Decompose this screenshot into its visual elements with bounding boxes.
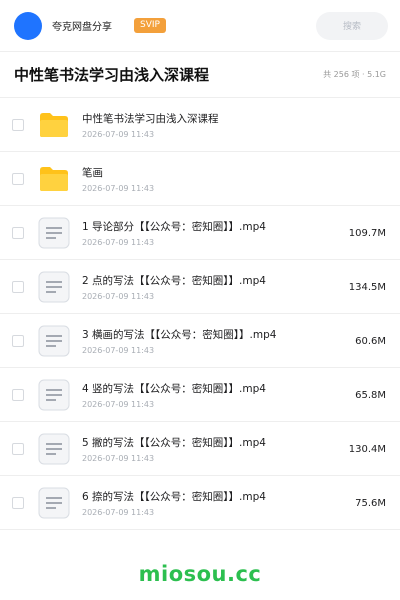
file-info: 4 竖的写法【【公众号：密知圈】】.mp4 2026-07-09 11:43: [82, 381, 347, 409]
sharer-name: 夸克网盘分享: [52, 22, 112, 33]
file-size: 134.5M: [348, 282, 386, 293]
video-file-icon: [38, 487, 70, 519]
top-bar: 夸克网盘分享 SVIP 搜索: [0, 0, 400, 52]
folder-summary: 共 256 项 · 5.1G: [323, 70, 386, 79]
file-name: 4 竖的写法【【公众号：密知圈】】.mp4: [82, 382, 266, 395]
file-list: 中性笔书法学习由浅入深课程 2026-07-09 11:43 笔画 2026-07-0…: [0, 98, 400, 530]
file-date: 2026-07-09 11:43: [82, 399, 155, 409]
file-name: 中性笔书法学习由浅入深课程: [82, 112, 219, 125]
row-checkbox[interactable]: [12, 226, 24, 239]
video-file-icon: [38, 379, 70, 411]
file-date: 2026-07-09 11:43: [82, 291, 155, 301]
file-name: 笔画: [82, 166, 103, 179]
file-size: 65.8M: [355, 390, 386, 401]
file-name: 3 横画的写法【【公众号：密知圈】】.mp4: [82, 328, 277, 341]
file-name: 2 点的写法【【公众号：密知圈】】.mp4: [82, 274, 266, 287]
folder-icon: [38, 163, 70, 195]
video-file-icon: [38, 217, 70, 249]
page-title: 中性笔书法学习由浅入深课程: [14, 66, 210, 84]
file-date: 2026-07-09 11:43: [82, 237, 155, 247]
file-info: 笔画 2026-07-09 11:43: [82, 165, 378, 193]
file-date: 2026-07-09 11:43: [82, 453, 155, 463]
file-name: 6 捺的写法【【公众号：密知圈】】.mp4: [82, 490, 266, 503]
svip-badge: SVIP: [134, 18, 166, 33]
file-info: 6 捺的写法【【公众号：密知圈】】.mp4 2026-07-09 11:43: [82, 489, 347, 517]
row-checkbox[interactable]: [12, 496, 24, 509]
file-row[interactable]: 1 导论部分【【公众号：密知圈】】.mp4 2026-07-09 11:43 109…: [0, 206, 400, 260]
folder-header: 中性笔书法学习由浅入深课程 共 256 项 · 5.1G: [0, 52, 400, 98]
file-row[interactable]: 笔画 2026-07-09 11:43: [0, 152, 400, 206]
row-checkbox[interactable]: [12, 118, 24, 131]
search-placeholder: 搜索: [342, 22, 361, 32]
file-row[interactable]: 5 撇的写法【【公众号：密知圈】】.mp4 2026-07-09 11:43 130…: [0, 422, 400, 476]
file-date: 2026-07-09 11:43: [82, 507, 155, 517]
row-checkbox[interactable]: [12, 334, 24, 347]
file-name: 1 导论部分【【公众号：密知圈】】.mp4: [82, 220, 266, 233]
file-size: 60.6M: [355, 336, 386, 347]
file-info: 2 点的写法【【公众号：密知圈】】.mp4 2026-07-09 11:43: [82, 273, 341, 301]
video-file-icon: [38, 271, 70, 303]
row-checkbox[interactable]: [12, 172, 24, 185]
file-info: 1 导论部分【【公众号：密知圈】】.mp4 2026-07-09 11:43: [82, 219, 341, 247]
video-file-icon: [38, 433, 70, 465]
file-date: 2026-07-09 11:43: [82, 345, 155, 355]
row-checkbox[interactable]: [12, 280, 24, 293]
search-input[interactable]: 搜索: [316, 11, 388, 40]
file-date: 2026-07-09 11:43: [82, 129, 155, 139]
file-row[interactable]: 6 捺的写法【【公众号：密知圈】】.mp4 2026-07-09 11:43 75.…: [0, 476, 400, 530]
file-size: 130.4M: [348, 444, 386, 455]
file-size: 75.6M: [355, 498, 386, 509]
row-checkbox[interactable]: [12, 442, 24, 455]
file-size: 109.7M: [348, 228, 386, 239]
watermark: miosou.cc: [138, 562, 262, 586]
file-info: 中性笔书法学习由浅入深课程 2026-07-09 11:43: [82, 111, 378, 139]
avatar[interactable]: [14, 11, 42, 40]
file-info: 5 撇的写法【【公众号：密知圈】】.mp4 2026-07-09 11:43: [82, 435, 341, 463]
file-date: 2026-07-09 11:43: [82, 183, 155, 193]
file-row[interactable]: 2 点的写法【【公众号：密知圈】】.mp4 2026-07-09 11:43 134…: [0, 260, 400, 314]
row-checkbox[interactable]: [12, 388, 24, 401]
file-row[interactable]: 3 横画的写法【【公众号：密知圈】】.mp4 2026-07-09 11:43 60…: [0, 314, 400, 368]
file-name: 5 撇的写法【【公众号：密知圈】】.mp4: [82, 436, 266, 449]
file-row[interactable]: 4 竖的写法【【公众号：密知圈】】.mp4 2026-07-09 11:43 65.…: [0, 368, 400, 422]
video-file-icon: [38, 325, 70, 357]
file-row[interactable]: 中性笔书法学习由浅入深课程 2026-07-09 11:43: [0, 98, 400, 152]
folder-icon: [38, 109, 70, 141]
file-info: 3 横画的写法【【公众号：密知圈】】.mp4 2026-07-09 11:43: [82, 327, 347, 355]
